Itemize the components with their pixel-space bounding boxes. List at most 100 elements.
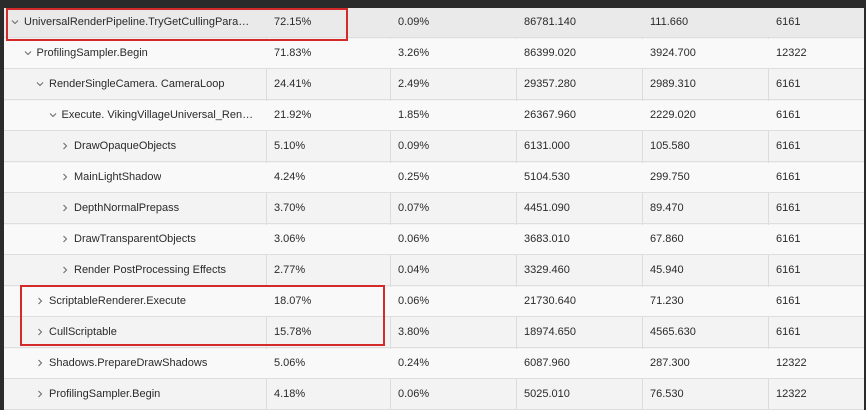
chevron-right-icon[interactable] <box>35 318 45 347</box>
function-name-cell: CullScriptable <box>4 318 262 347</box>
total-percent-cell: 18.07% <box>274 295 312 307</box>
function-name-cell: Shadows.PrepareDrawShadows <box>4 349 262 378</box>
function-name: DrawTransparentObjects <box>74 233 196 245</box>
table-row[interactable]: RenderSingleCamera. CameraLoop 24.41% 2.49… <box>4 70 864 100</box>
table-row[interactable]: UniversalRenderPipeline.TryGetCullingPar… <box>4 8 864 38</box>
chevron-right-icon[interactable] <box>35 287 45 316</box>
chevron-right-icon[interactable] <box>60 225 70 254</box>
function-name-cell: ProfilingSampler.Begin <box>4 39 262 68</box>
total-ms-cell: 3683.010 <box>524 233 570 245</box>
self-percent-cell: 3.26% <box>398 47 430 59</box>
function-name-cell: UniversalRenderPipeline.TryGetCullingPar… <box>4 8 262 37</box>
function-name: Render PostProcessing Effects <box>74 264 227 276</box>
total-ms-cell: 29357.280 <box>524 78 576 90</box>
function-name: MainLightShadow <box>74 171 162 183</box>
self-ms-cell: 105.580 <box>650 140 690 152</box>
total-percent-cell: 2.77% <box>274 264 306 276</box>
calls-cell: 6161 <box>776 202 801 214</box>
self-percent-cell: 0.25% <box>398 171 430 183</box>
calls-cell: 6161 <box>776 78 801 90</box>
function-name-cell: RenderSingleCamera. CameraLoop <box>4 70 262 99</box>
function-name-cell: Render PostProcessing Effects <box>4 256 262 285</box>
chevron-right-icon[interactable] <box>60 194 70 223</box>
self-percent-cell: 2.49% <box>398 78 430 90</box>
chevron-down-icon[interactable] <box>10 8 20 37</box>
self-percent-cell: 3.80% <box>398 326 430 338</box>
function-name-cell: DepthNormalPrepass <box>4 194 262 223</box>
total-percent-cell: 4.24% <box>274 171 306 183</box>
self-percent-cell: 0.07% <box>398 202 430 214</box>
chevron-right-icon[interactable] <box>35 349 45 378</box>
total-percent-cell: 15.78% <box>274 326 312 338</box>
function-name-cell: Execute. VikingVillageUniversal_Rende... <box>4 101 262 130</box>
chevron-right-icon[interactable] <box>60 132 70 161</box>
chevron-down-icon[interactable] <box>48 101 58 130</box>
calls-cell: 6161 <box>776 233 801 245</box>
self-ms-cell: 3924.700 <box>650 47 696 59</box>
total-ms-cell: 18974.650 <box>524 326 576 338</box>
self-ms-cell: 89.470 <box>650 202 684 214</box>
self-ms-cell: 71.230 <box>650 295 684 307</box>
total-percent-cell: 5.10% <box>274 140 306 152</box>
total-ms-cell: 5104.530 <box>524 171 570 183</box>
total-ms-cell: 5025.010 <box>524 388 570 400</box>
total-percent-cell: 72.15% <box>274 16 312 28</box>
self-percent-cell: 0.04% <box>398 264 430 276</box>
total-ms-cell: 86399.020 <box>524 47 576 59</box>
chevron-right-icon[interactable] <box>60 256 70 285</box>
total-percent-cell: 71.83% <box>274 47 312 59</box>
self-ms-cell: 76.530 <box>650 388 684 400</box>
self-ms-cell: 67.860 <box>650 233 684 245</box>
table-row[interactable]: DepthNormalPrepass 3.70% 0.07% 4451.090 89.4… <box>4 194 864 224</box>
table-row[interactable]: Shadows.PrepareDrawShadows 5.06% 0.24% 6087… <box>4 349 864 379</box>
self-ms-cell: 287.300 <box>650 357 690 369</box>
function-name: CullScriptable <box>49 326 117 338</box>
chevron-down-icon[interactable] <box>35 70 45 99</box>
self-ms-cell: 2989.310 <box>650 78 696 90</box>
table-row[interactable]: DrawTransparentObjects 3.06% 0.06% 3683.010… <box>4 225 864 255</box>
calls-cell: 12322 <box>776 357 807 369</box>
total-ms-cell: 86781.140 <box>524 16 576 28</box>
table-row[interactable]: ProfilingSampler.Begin 4.18% 0.06% 5025.010… <box>4 380 864 410</box>
total-percent-cell: 4.18% <box>274 388 306 400</box>
table-row[interactable]: Render PostProcessing Effects 2.77% 0.04% 3… <box>4 256 864 286</box>
self-percent-cell: 0.06% <box>398 233 430 245</box>
chevron-right-icon[interactable] <box>60 163 70 192</box>
table-row[interactable]: ProfilingSampler.Begin 71.83% 3.26% 86399.0… <box>4 39 864 69</box>
self-ms-cell: 299.750 <box>650 171 690 183</box>
total-ms-cell: 6087.960 <box>524 357 570 369</box>
table-row[interactable]: DrawOpaqueObjects 5.10% 0.09% 6131.000 105.5… <box>4 132 864 162</box>
calls-cell: 6161 <box>776 109 801 121</box>
chevron-right-icon[interactable] <box>35 380 45 409</box>
total-ms-cell: 3329.460 <box>524 264 570 276</box>
function-name: Shadows.PrepareDrawShadows <box>49 357 208 369</box>
self-ms-cell: 4565.630 <box>650 326 696 338</box>
total-percent-cell: 5.06% <box>274 357 306 369</box>
calls-cell: 6161 <box>776 326 801 338</box>
table-row[interactable]: ScriptableRenderer.Execute 18.07% 0.06% 217… <box>4 287 864 317</box>
function-name: UniversalRenderPipeline.TryGetCullingPar… <box>24 16 258 28</box>
total-ms-cell: 26367.960 <box>524 109 576 121</box>
function-name: DepthNormalPrepass <box>74 202 180 214</box>
calls-cell: 6161 <box>776 16 801 28</box>
function-name-cell: DrawOpaqueObjects <box>4 132 262 161</box>
table-row[interactable]: Execute. VikingVillageUniversal_Rende...… <box>4 101 864 131</box>
function-name: ScriptableRenderer.Execute <box>49 295 186 307</box>
self-percent-cell: 0.06% <box>398 388 430 400</box>
function-name-cell: ScriptableRenderer.Execute <box>4 287 262 316</box>
calls-cell: 6161 <box>776 295 801 307</box>
total-ms-cell: 21730.640 <box>524 295 576 307</box>
chevron-down-icon[interactable] <box>23 39 33 68</box>
calls-cell: 6161 <box>776 264 801 276</box>
function-name: RenderSingleCamera. CameraLoop <box>49 78 225 90</box>
self-ms-cell: 45.940 <box>650 264 684 276</box>
function-name-cell: MainLightShadow <box>4 163 262 192</box>
total-ms-cell: 4451.090 <box>524 202 570 214</box>
table-row[interactable]: CullScriptable 15.78% 3.80% 18974.650 4565.6… <box>4 318 864 348</box>
total-percent-cell: 24.41% <box>274 78 312 90</box>
self-percent-cell: 0.06% <box>398 295 430 307</box>
function-name: Execute. VikingVillageUniversal_Rende... <box>61 109 259 121</box>
self-percent-cell: 0.09% <box>398 140 430 152</box>
table-row[interactable]: MainLightShadow 4.24% 0.25% 5104.530 299.750… <box>4 163 864 193</box>
calls-cell: 6161 <box>776 140 801 152</box>
